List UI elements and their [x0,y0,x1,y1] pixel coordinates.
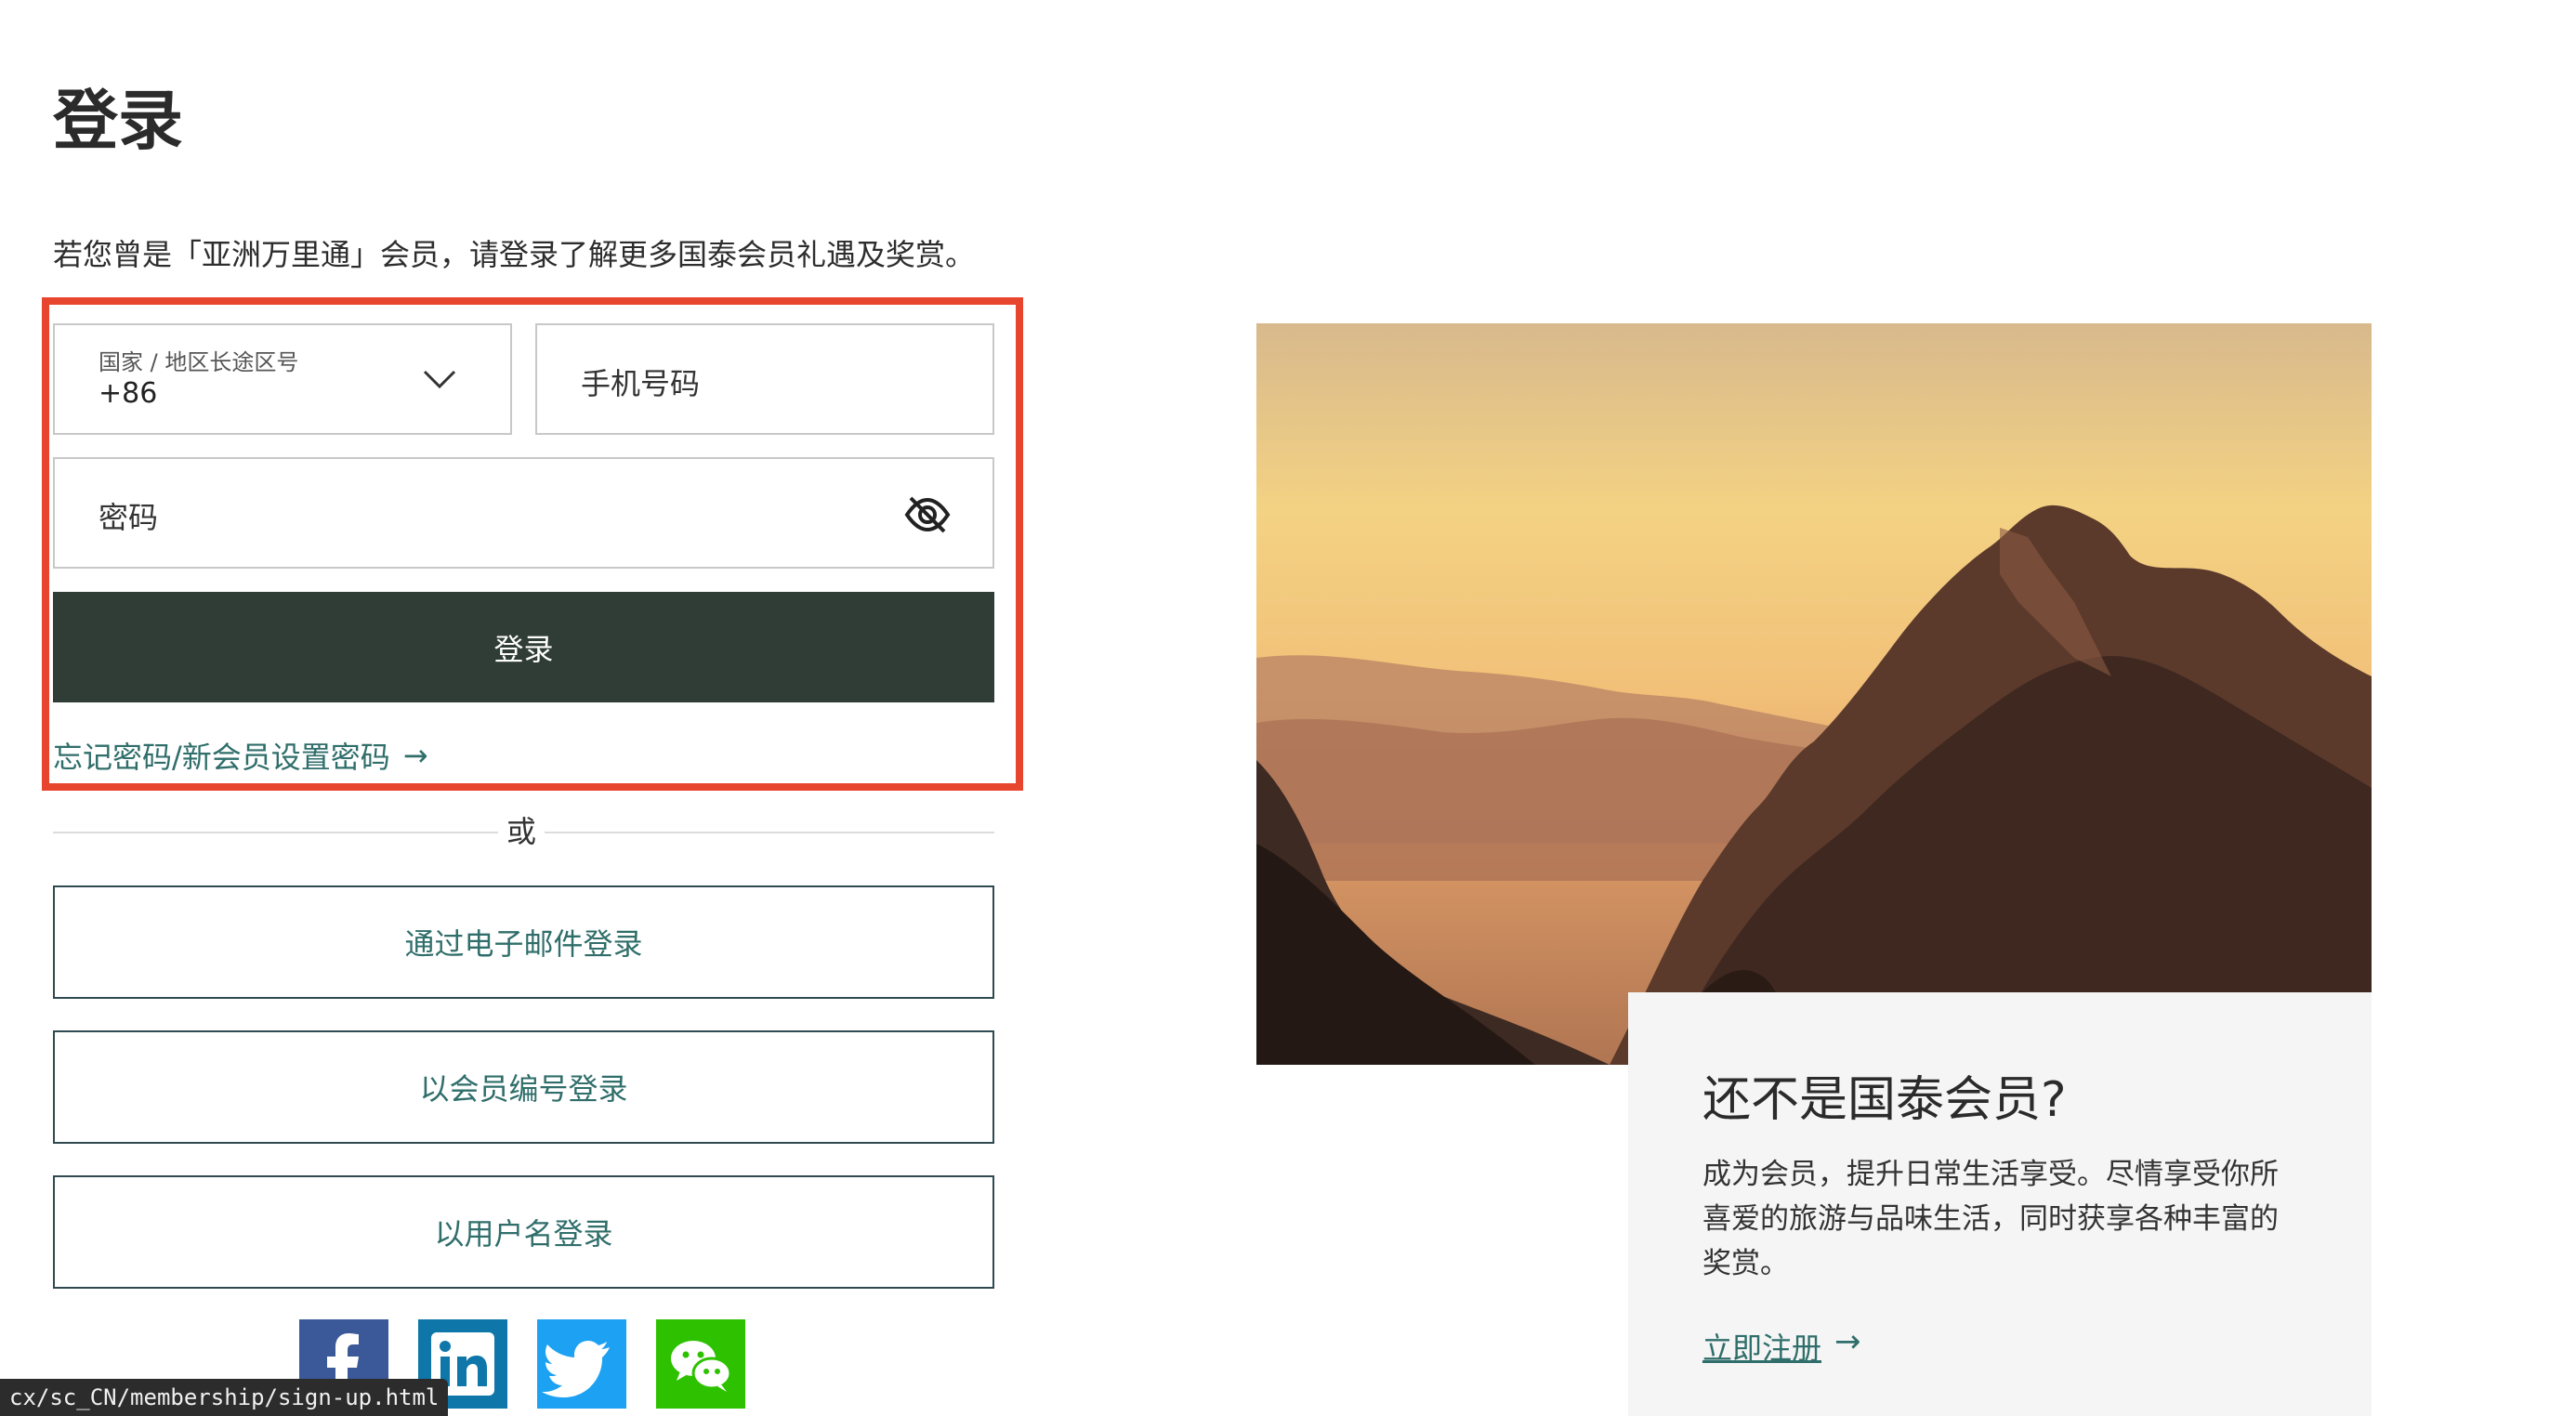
member-id-login-button[interactable]: 以会员编号登录 [53,1030,994,1144]
email-login-button[interactable]: 通过电子邮件登录 [53,885,994,999]
username-login-button[interactable]: 以用户名登录 [53,1175,994,1289]
password-input[interactable]: 密码 [53,457,994,569]
country-code-select[interactable]: 国家 / 地区长途区号 +86 [53,323,512,435]
country-code-value: +86 [99,377,158,410]
phone-number-input[interactable]: 手机号码 [535,323,994,435]
phone-number-placeholder: 手机号码 [581,366,701,401]
promo-card: 还不是国泰会员? 成为会员，提升日常生活享受。尽情享受你所喜爱的旅游与品味生活，… [1628,992,2372,1416]
login-button[interactable]: 登录 [53,592,994,702]
wechat-icon[interactable] [656,1319,745,1409]
country-code-label: 国家 / 地区长途区号 [99,349,299,375]
divider-text: 或 [498,809,545,854]
forgot-password-label: 忘记密码/新会员设置密码 [53,740,390,775]
chevron-down-icon [423,370,456,389]
promo-description: 成为会员，提升日常生活享受。尽情享受你所喜爱的旅游与品味生活，同时获享各种丰富的… [1702,1158,2279,1280]
intro-text: 若您曾是「亚洲万里通」会员，请登录了解更多国泰会员礼遇及奖赏。 [53,237,976,272]
arrow-right-icon: → [1834,1323,1861,1360]
forgot-password-link[interactable]: 忘记密码/新会员设置密码 → [53,734,428,777]
page-title: 登录 [53,83,183,159]
signup-link[interactable]: 立即注册 [1702,1325,1821,1368]
mountain-sunset-image [1256,323,2372,1065]
status-bar-url: cx/sc_CN/membership/sign-up.html [0,1379,449,1416]
eye-hidden-icon[interactable] [903,492,952,537]
arrow-right-icon: → [402,738,428,773]
login-page: 登录 若您曾是「亚洲万里通」会员，请登录了解更多国泰会员礼遇及奖赏。 国家 / … [0,0,2576,1416]
promo-title: 还不是国泰会员? [1702,1072,2067,1128]
twitter-icon[interactable] [537,1319,626,1409]
password-placeholder: 密码 [99,500,159,535]
